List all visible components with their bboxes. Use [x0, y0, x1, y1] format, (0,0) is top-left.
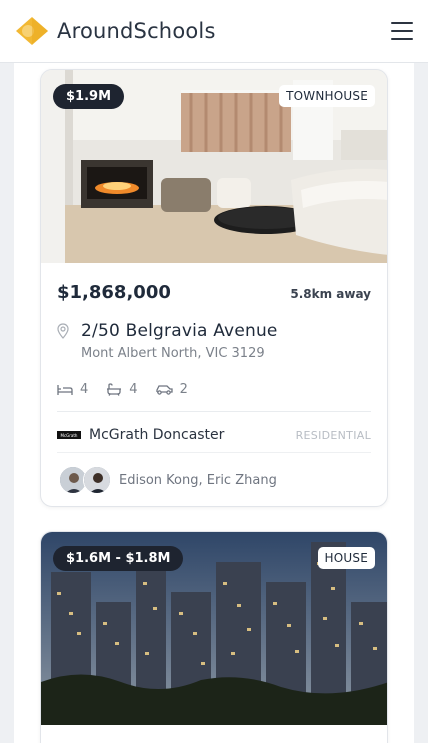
- property-features: 4 4 2: [57, 382, 371, 397]
- bed-icon: [57, 384, 73, 395]
- bath-icon: [107, 383, 122, 396]
- brand-name: AroundSchools: [57, 19, 216, 43]
- agent-names: Edison Kong, Eric Zhang: [119, 472, 277, 488]
- map-pin-logo-icon: [16, 17, 48, 45]
- listing-price: $1,868,000: [57, 282, 171, 303]
- car-icon: [155, 384, 173, 395]
- listing-card[interactable]: $1.9M TOWNHOUSE $1,868,000 5.8km away 2/…: [40, 69, 388, 507]
- agency-name: McGrath Doncaster: [89, 427, 225, 443]
- suburb-line: Mont Albert North, VIC 3129: [81, 346, 265, 361]
- property-type-badge: TOWNHOUSE: [279, 85, 375, 107]
- listing-address[interactable]: 2/50 Belgravia Avenue Mont Albert North,…: [57, 321, 371, 361]
- avatar: [83, 466, 111, 494]
- bedrooms-feature: 4: [57, 382, 88, 397]
- distance-label: 5.8km away: [290, 287, 371, 301]
- parking-count: 2: [179, 382, 188, 397]
- bathrooms-feature: 4: [106, 382, 138, 397]
- listing-photo[interactable]: $1.6M - $1.8M HOUSE: [41, 532, 387, 725]
- agency-row[interactable]: McGrath McGrath Doncaster RESIDENTIAL: [57, 427, 371, 443]
- agents-row[interactable]: Edison Kong, Eric Zhang: [57, 466, 371, 494]
- divider: [57, 411, 371, 412]
- listing-photo[interactable]: $1.9M TOWNHOUSE: [41, 70, 387, 263]
- brand-logo-link[interactable]: AroundSchools: [15, 16, 216, 46]
- bathrooms-count: 4: [129, 382, 138, 397]
- divider: [57, 452, 371, 453]
- hamburger-menu-icon[interactable]: [391, 22, 413, 40]
- listing-card[interactable]: $1.6M - $1.8M HOUSE: [40, 531, 388, 743]
- price-guide-badge: $1.6M - $1.8M: [53, 546, 184, 571]
- listing-category: RESIDENTIAL: [295, 428, 371, 442]
- parking-feature: 2: [155, 382, 188, 397]
- top-navbar: AroundSchools: [0, 0, 428, 63]
- agent-avatars: [57, 466, 113, 494]
- location-pin-icon: [57, 323, 69, 339]
- property-type-badge: HOUSE: [317, 547, 375, 569]
- bedrooms-count: 4: [80, 382, 89, 397]
- street-address: 2/50 Belgravia Avenue: [81, 321, 278, 341]
- price-guide-badge: $1.9M: [53, 84, 125, 109]
- agency-logo: McGrath: [57, 431, 81, 439]
- listing-details: $1,868,000 5.8km away 2/50 Belgravia Ave…: [41, 263, 387, 494]
